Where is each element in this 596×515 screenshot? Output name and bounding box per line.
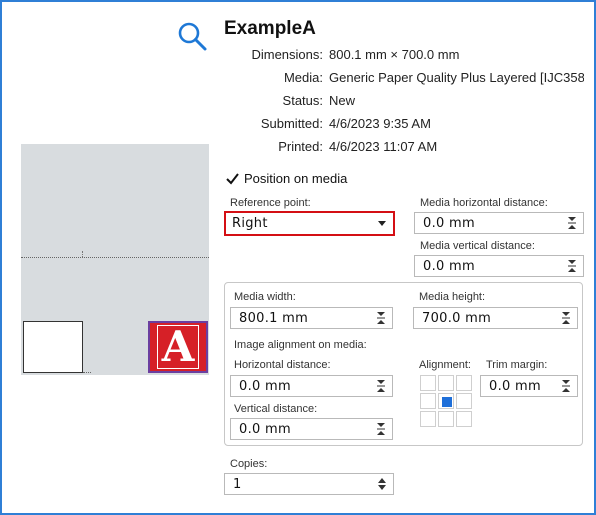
align-bottom-center[interactable]: [438, 411, 454, 427]
media-preview: A: [21, 144, 209, 375]
media-width-input[interactable]: 800.1 mm: [230, 307, 393, 329]
spinner-icon[interactable]: [567, 259, 577, 273]
trim-margin-label: Trim margin:: [486, 359, 548, 371]
trim-margin-value: 0.0 mm: [489, 379, 541, 394]
media-width-label: Media width:: [234, 291, 296, 303]
horizontal-distance-input[interactable]: 0.0 mm: [230, 375, 393, 397]
alignment-grid: [420, 375, 472, 427]
blank-page-thumbnail: [23, 321, 83, 373]
stepper-arrows-icon[interactable]: [377, 477, 387, 491]
vertical-distance-value: 0.0 mm: [239, 422, 291, 437]
media-vertical-distance-input[interactable]: 0.0 mm: [414, 255, 584, 277]
media-height-label: Media height:: [419, 291, 486, 303]
spinner-icon[interactable]: [567, 216, 577, 230]
align-top-right[interactable]: [456, 375, 472, 391]
align-bottom-left[interactable]: [420, 411, 436, 427]
vertical-distance-label: Vertical distance:: [234, 403, 318, 415]
align-middle-left[interactable]: [420, 393, 436, 409]
job-title: ExampleA: [224, 18, 316, 39]
reference-point-select[interactable]: Right: [224, 211, 395, 236]
vertical-distance-input[interactable]: 0.0 mm: [230, 418, 393, 440]
horizontal-distance-value: 0.0 mm: [239, 379, 291, 394]
printed-label: Printed:: [278, 139, 323, 154]
page-gap-mark: [83, 372, 91, 373]
status-value: New: [329, 93, 356, 108]
horizontal-distance-label: Horizontal distance:: [234, 359, 331, 371]
media-label: Media:: [283, 70, 323, 85]
media-edge-line: [21, 257, 209, 258]
align-middle-right[interactable]: [456, 393, 472, 409]
submitted-label: Submitted:: [260, 116, 323, 131]
reference-point-label: Reference point:: [230, 197, 311, 209]
position-on-media-label: Position on media: [244, 171, 348, 186]
status-label: Status:: [282, 93, 323, 108]
copies-stepper[interactable]: 1: [224, 473, 394, 495]
spinner-icon[interactable]: [561, 311, 571, 325]
align-bottom-right[interactable]: [456, 411, 472, 427]
spinner-icon[interactable]: [376, 379, 386, 393]
checkmark-icon: [226, 173, 239, 185]
media-height-value: 700.0 mm: [422, 311, 492, 326]
reference-point-value: Right: [232, 216, 268, 231]
dimensions-value: 800.1 mm × 700.0 mm: [329, 47, 460, 62]
thumbnail-letter: A: [161, 322, 195, 371]
media-horizontal-distance-label: Media horizontal distance:: [420, 197, 548, 209]
job-details-panel: ExampleA Dimensions: 800.1 mm × 700.0 mm…: [0, 0, 596, 515]
trim-margin-input[interactable]: 0.0 mm: [480, 375, 578, 397]
media-horizontal-distance-value: 0.0 mm: [423, 216, 475, 231]
submitted-value: 4/6/2023 9:35 AM: [329, 116, 431, 131]
media-height-input[interactable]: 700.0 mm: [413, 307, 578, 329]
image-alignment-heading: Image alignment on media:: [234, 339, 367, 351]
image-thumbnail[interactable]: A: [148, 321, 208, 373]
alignment-label: Alignment:: [419, 359, 471, 371]
printed-value: 4/6/2023 11:07 AM: [329, 139, 438, 154]
chevron-down-icon: [378, 221, 386, 226]
media-vertical-distance-label: Media vertical distance:: [420, 240, 535, 252]
media-value: Generic Paper Quality Plus Layered [IJC3…: [329, 70, 584, 85]
media-center-mark: [82, 251, 83, 257]
copies-value: 1: [233, 477, 242, 492]
align-middle-center[interactable]: [438, 393, 454, 409]
media-width-value: 800.1 mm: [239, 311, 309, 326]
spinner-icon[interactable]: [376, 311, 386, 325]
align-top-left[interactable]: [420, 375, 436, 391]
media-vertical-distance-value: 0.0 mm: [423, 259, 475, 274]
spinner-icon[interactable]: [376, 422, 386, 436]
position-on-media-checkbox[interactable]: [224, 170, 241, 187]
spinner-icon[interactable]: [561, 379, 571, 393]
media-horizontal-distance-input[interactable]: 0.0 mm: [414, 212, 584, 234]
dimensions-label: Dimensions:: [251, 47, 323, 62]
align-top-center[interactable]: [438, 375, 454, 391]
copies-label: Copies:: [230, 458, 268, 470]
